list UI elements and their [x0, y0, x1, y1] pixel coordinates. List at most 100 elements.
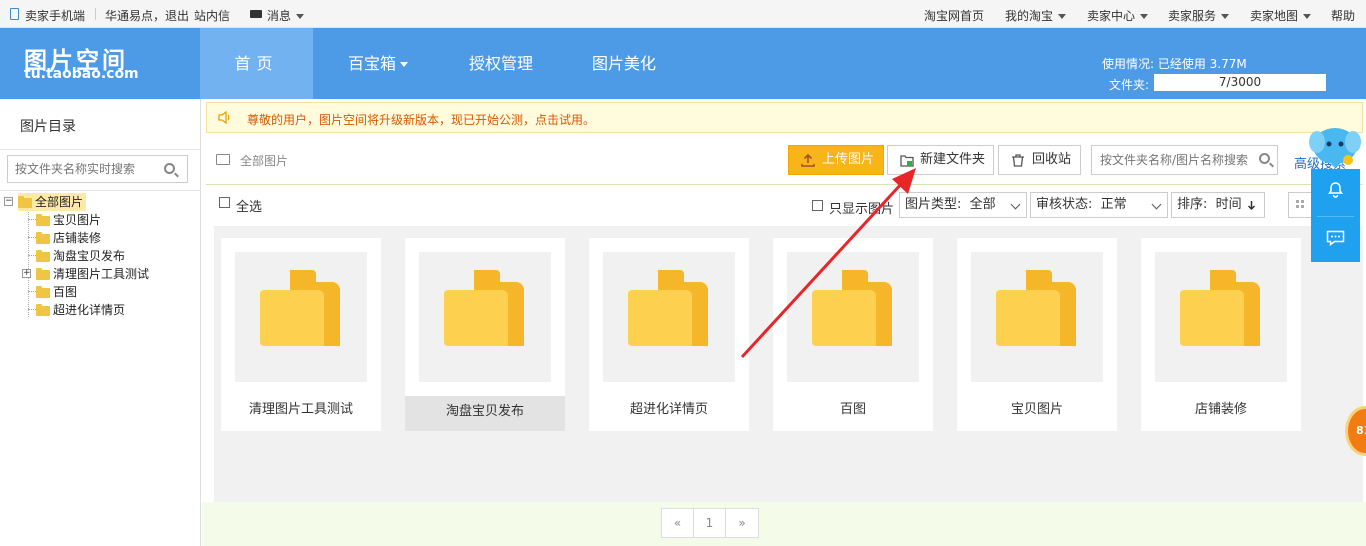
divider: [0, 149, 200, 150]
folder-card[interactable]: 百图: [773, 238, 933, 431]
folder-icon: [260, 270, 340, 346]
chat-icon[interactable]: [1326, 230, 1345, 246]
bell-icon[interactable]: [1327, 181, 1344, 198]
show-images-only-checkbox[interactable]: [812, 200, 823, 211]
notice-banner[interactable]: 尊敬的用户，图片空间将升级新版本，现已开始公测，点击试用。: [206, 102, 1363, 133]
search-icon[interactable]: [164, 163, 175, 174]
folder-name: 宝贝图片: [1010, 402, 1063, 417]
nav-toolbox[interactable]: 百宝箱: [313, 28, 443, 99]
page-number[interactable]: 1: [694, 509, 726, 537]
folder-icon: [812, 270, 892, 346]
mascot-icon[interactable]: [1307, 124, 1363, 174]
tree-line: [28, 309, 36, 310]
tree-item[interactable]: 淘盘宝贝发布: [36, 247, 125, 265]
select-all-checkbox[interactable]: [219, 197, 230, 208]
seller-map-menu[interactable]: 卖家地图: [1250, 7, 1312, 24]
arrow-down-icon: [1247, 201, 1256, 211]
notice-text[interactable]: 尊敬的用户，图片空间将升级新版本，现已开始公测，点击试用。: [247, 111, 595, 128]
main-content: 尊敬的用户，图片空间将升级新版本，现已开始公测，点击试用。 全部图片 上传图片 …: [202, 99, 1366, 546]
folder-icon: [36, 267, 50, 280]
divider: [1317, 216, 1354, 217]
seller-center-menu[interactable]: 卖家中心: [1087, 7, 1149, 24]
next-page-button[interactable]: »: [726, 509, 758, 537]
new-folder-button[interactable]: 新建文件夹: [887, 145, 994, 175]
folder-card[interactable]: 淘盘宝贝发布: [405, 238, 565, 431]
folder-thumbnail: [1155, 252, 1287, 382]
image-type-select[interactable]: 图片类型: 全部: [899, 192, 1027, 218]
folder-icon: [628, 270, 708, 346]
folder-thumbnail: [603, 252, 735, 382]
folder-icon: [996, 270, 1076, 346]
upload-button[interactable]: 上传图片: [788, 145, 884, 175]
divider: [95, 8, 96, 20]
prev-page-button[interactable]: «: [662, 509, 694, 537]
taobao-home-link[interactable]: 淘宝网首页: [924, 7, 984, 24]
upload-icon: [801, 154, 815, 167]
sidebar-title: 图片目录: [20, 119, 76, 135]
folder-icon: [36, 213, 50, 226]
tree-item-root[interactable]: 全部图片: [18, 193, 87, 211]
folder-icon: [36, 231, 50, 244]
review-status-select[interactable]: 审核状态: 正常: [1030, 192, 1168, 218]
sidebar: 图片目录 − 全部图片 宝贝图片 店铺装修 淘盘宝贝发布 + 清理图片工具测试 …: [0, 99, 201, 546]
nav-image-beautify[interactable]: 图片美化: [566, 28, 682, 99]
seller-mobile-link[interactable]: 卖家手机端: [25, 7, 85, 24]
collapse-icon[interactable]: −: [4, 197, 13, 206]
tree-item[interactable]: 店铺装修: [36, 229, 101, 247]
tree-item[interactable]: 清理图片工具测试: [36, 265, 149, 283]
folder-name: 超进化详情页: [629, 402, 708, 417]
image-icon: [216, 154, 230, 165]
folder-search-input[interactable]: [8, 156, 153, 182]
tree-item[interactable]: 宝贝图片: [36, 211, 101, 229]
folder-card[interactable]: 宝贝图片: [957, 238, 1117, 431]
show-images-only-label[interactable]: 只显示图片: [829, 198, 894, 217]
breadcrumb[interactable]: 全部图片: [240, 152, 288, 169]
seller-service-menu[interactable]: 卖家服务: [1168, 7, 1230, 24]
chevron-down-icon: [1010, 199, 1021, 210]
tree-item[interactable]: 百图: [36, 283, 77, 301]
speaker-icon: [218, 111, 230, 124]
divider: [0, 190, 200, 191]
my-taobao-menu[interactable]: 我的淘宝: [1005, 7, 1067, 24]
nav-authorization[interactable]: 授权管理: [443, 28, 559, 99]
folder-name: 清理图片工具测试: [248, 402, 353, 417]
image-search: [1091, 145, 1278, 175]
help-link[interactable]: 帮助: [1331, 7, 1355, 24]
messages-menu[interactable]: 消息: [267, 7, 305, 24]
image-search-input[interactable]: [1092, 146, 1252, 174]
folder-card[interactable]: 店铺装修: [1141, 238, 1301, 431]
recycle-bin-button[interactable]: 回收站: [998, 145, 1081, 175]
search-icon[interactable]: [1259, 153, 1270, 164]
phone-icon: [10, 8, 19, 20]
tree-line: [28, 237, 36, 238]
folder-thumbnail: [235, 252, 367, 382]
folder-thumbnail: [419, 252, 551, 382]
nav-home[interactable]: 首页: [200, 28, 313, 99]
folder-search: [7, 155, 188, 183]
folder-name: 淘盘宝贝发布: [405, 396, 565, 431]
tree-item[interactable]: 超进化详情页: [36, 301, 125, 319]
new-folder-icon: [900, 155, 914, 167]
pagination-bar: « 1 »: [202, 502, 1366, 546]
folder-name: 店铺装修: [1194, 402, 1247, 417]
sort-select[interactable]: 排序: 时间: [1171, 192, 1265, 218]
tree-line: [28, 207, 29, 317]
floating-toolbar: [1311, 169, 1360, 262]
folder-card[interactable]: 超进化详情页: [589, 238, 749, 431]
user-logout-link[interactable]: 华通易点，退出: [105, 7, 189, 24]
inbox-link[interactable]: 站内信: [194, 7, 230, 24]
tree-line: [28, 291, 36, 292]
select-all-label[interactable]: 全选: [236, 196, 262, 215]
pagination: « 1 »: [661, 508, 759, 538]
expand-icon[interactable]: +: [22, 269, 31, 278]
usage-text: 使用情况: 已经使用 3.77M: [1102, 57, 1247, 71]
folder-icon: [444, 270, 524, 346]
folder-card[interactable]: 清理图片工具测试: [221, 238, 381, 431]
folder-icon: [36, 249, 50, 262]
folder-icon: [36, 303, 50, 316]
folder-count-bar: 7/3000: [1154, 74, 1326, 91]
tree-line: [28, 255, 36, 256]
folder-icon: [1180, 270, 1260, 346]
mail-icon: [250, 10, 262, 18]
logo-url[interactable]: tu.taobao.com: [24, 66, 139, 82]
